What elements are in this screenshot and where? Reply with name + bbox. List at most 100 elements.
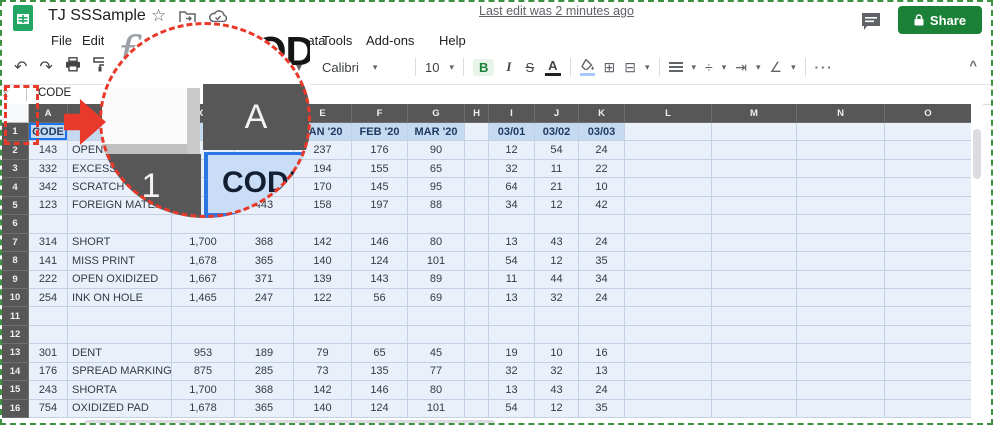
cell-m7[interactable] xyxy=(712,234,797,252)
row-header-14[interactable]: 14 xyxy=(2,363,29,381)
cell-e14[interactable]: 73 xyxy=(294,363,352,381)
cell-b12[interactable] xyxy=(68,326,172,344)
cell-c13[interactable]: 953 xyxy=(172,344,235,362)
cell-j11[interactable] xyxy=(535,307,579,325)
cell-g6[interactable] xyxy=(408,215,465,233)
cell-h10[interactable] xyxy=(465,289,489,307)
cell-g12[interactable] xyxy=(408,326,465,344)
cell-j6[interactable] xyxy=(535,215,579,233)
cell-a10[interactable]: 254 xyxy=(29,289,68,307)
cell-i15[interactable]: 13 xyxy=(489,381,535,399)
cell-d8[interactable]: 365 xyxy=(235,252,294,270)
cell-i12[interactable] xyxy=(489,326,535,344)
cell-g8[interactable]: 101 xyxy=(408,252,465,270)
cell-f11[interactable] xyxy=(352,307,408,325)
cell-m5[interactable] xyxy=(712,197,797,215)
cell-h13[interactable] xyxy=(465,344,489,362)
cell-m11[interactable] xyxy=(712,307,797,325)
cell-k16[interactable]: 35 xyxy=(579,400,625,418)
cell-h3[interactable] xyxy=(465,160,489,178)
cell-f3[interactable]: 155 xyxy=(352,160,408,178)
cell-f2[interactable]: 176 xyxy=(352,141,408,159)
cell-f12[interactable] xyxy=(352,326,408,344)
horizontal-align-icon[interactable] xyxy=(669,62,683,72)
cell-m9[interactable] xyxy=(712,271,797,289)
cell-g10[interactable]: 69 xyxy=(408,289,465,307)
vertical-scrollbar-thumb[interactable] xyxy=(973,129,981,179)
cell-i3[interactable]: 32 xyxy=(489,160,535,178)
last-edit-link[interactable]: Last edit was 2 minutes ago xyxy=(479,4,634,18)
cell-k8[interactable]: 35 xyxy=(579,252,625,270)
cell-i10[interactable]: 13 xyxy=(489,289,535,307)
row-header-10[interactable]: 10 xyxy=(2,289,29,307)
row-header-12[interactable]: 12 xyxy=(2,326,29,344)
cell-o11[interactable] xyxy=(885,307,972,325)
cell-g5[interactable]: 88 xyxy=(408,197,465,215)
cell-g16[interactable]: 101 xyxy=(408,400,465,418)
cell-k10[interactable]: 24 xyxy=(579,289,625,307)
cell-c12[interactable] xyxy=(172,326,235,344)
cell-j12[interactable] xyxy=(535,326,579,344)
text-color-button[interactable]: A xyxy=(545,59,560,76)
cell-a11[interactable] xyxy=(29,307,68,325)
cell-i6[interactable] xyxy=(489,215,535,233)
cell-j9[interactable]: 44 xyxy=(535,271,579,289)
cell-g15[interactable]: 80 xyxy=(408,381,465,399)
collapse-toolbar-icon[interactable]: ^ xyxy=(969,58,977,73)
cell-k14[interactable]: 13 xyxy=(579,363,625,381)
cell-c10[interactable]: 1,465 xyxy=(172,289,235,307)
text-wrap-icon[interactable]: ⇥ xyxy=(735,59,747,76)
cell-n16[interactable] xyxy=(797,400,885,418)
cell-g9[interactable]: 89 xyxy=(408,271,465,289)
cell-i13[interactable]: 19 xyxy=(489,344,535,362)
row-header-15[interactable]: 15 xyxy=(2,381,29,399)
cell-e15[interactable]: 142 xyxy=(294,381,352,399)
cell-j4[interactable]: 21 xyxy=(535,178,579,196)
cell-k3[interactable]: 22 xyxy=(579,160,625,178)
column-header-f[interactable]: F xyxy=(352,104,408,123)
cell-m14[interactable] xyxy=(712,363,797,381)
cell-o7[interactable] xyxy=(885,234,972,252)
cell-n4[interactable] xyxy=(797,178,885,196)
row-header-11[interactable]: 11 xyxy=(2,307,29,325)
cell-k4[interactable]: 10 xyxy=(579,178,625,196)
cell-f14[interactable]: 135 xyxy=(352,363,408,381)
cell-g4[interactable]: 95 xyxy=(408,178,465,196)
borders-icon[interactable]: ⊞ xyxy=(604,59,616,76)
cell-a4[interactable]: 342 xyxy=(29,178,68,196)
row-header-4[interactable]: 4 xyxy=(2,178,29,196)
redo-icon[interactable]: ↷ xyxy=(39,57,52,77)
cell-a7[interactable]: 314 xyxy=(29,234,68,252)
cell-i1[interactable]: 03/01 xyxy=(489,123,535,141)
cell-l6[interactable] xyxy=(625,215,712,233)
strikethrough-button[interactable]: S xyxy=(523,60,536,75)
cell-n1[interactable] xyxy=(797,123,885,141)
cell-o2[interactable] xyxy=(885,141,972,159)
cell-e10[interactable]: 122 xyxy=(294,289,352,307)
cell-j7[interactable]: 43 xyxy=(535,234,579,252)
cell-o16[interactable] xyxy=(885,400,972,418)
column-header-n[interactable]: N xyxy=(797,104,885,123)
cell-g3[interactable]: 65 xyxy=(408,160,465,178)
cell-i5[interactable]: 34 xyxy=(489,197,535,215)
cell-l10[interactable] xyxy=(625,289,712,307)
cell-d11[interactable] xyxy=(235,307,294,325)
cell-l9[interactable] xyxy=(625,271,712,289)
cell-a9[interactable]: 222 xyxy=(29,271,68,289)
cell-i11[interactable] xyxy=(489,307,535,325)
cell-k1[interactable]: 03/03 xyxy=(579,123,625,141)
cell-o14[interactable] xyxy=(885,363,972,381)
cell-f10[interactable]: 56 xyxy=(352,289,408,307)
cell-a12[interactable] xyxy=(29,326,68,344)
column-header-l[interactable]: L xyxy=(625,104,712,123)
cell-a8[interactable]: 141 xyxy=(29,252,68,270)
cell-n11[interactable] xyxy=(797,307,885,325)
cell-l4[interactable] xyxy=(625,178,712,196)
cell-j13[interactable]: 10 xyxy=(535,344,579,362)
cell-d7[interactable]: 368 xyxy=(235,234,294,252)
cell-j14[interactable]: 32 xyxy=(535,363,579,381)
cell-l3[interactable] xyxy=(625,160,712,178)
cell-o10[interactable] xyxy=(885,289,972,307)
cell-a14[interactable]: 176 xyxy=(29,363,68,381)
row-header-5[interactable]: 5 xyxy=(2,197,29,215)
